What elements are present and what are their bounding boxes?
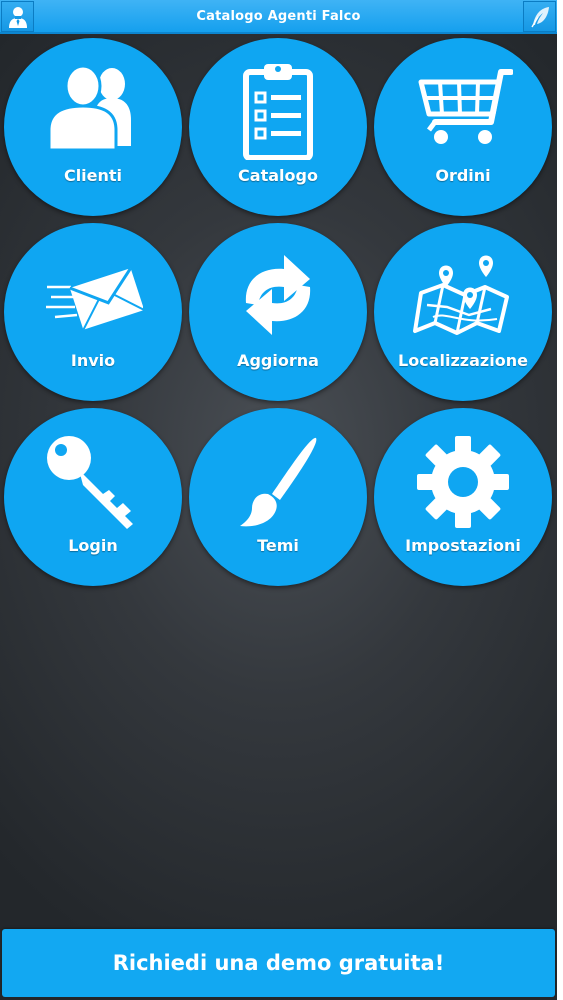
top-bar: Catalogo Agenti Falco <box>0 0 557 34</box>
map-icon <box>413 255 509 335</box>
key-icon <box>47 436 133 529</box>
tile-aggiorna[interactable]: Aggiorna <box>189 223 367 401</box>
users-icon <box>47 64 131 152</box>
gear-icon <box>417 436 509 528</box>
tile-login[interactable]: Login <box>4 408 182 586</box>
themes-button[interactable] <box>523 1 556 32</box>
brush-icon <box>240 437 317 527</box>
clipboard-list-icon <box>243 64 313 160</box>
user-icon <box>8 6 27 28</box>
app-screen: Catalogo Agenti Falco Clienti Catalogo O… <box>0 0 557 1000</box>
feather-icon <box>530 6 549 27</box>
cart-icon <box>418 69 513 144</box>
request-demo-button[interactable]: Richiedi una demo gratuita! <box>2 929 555 997</box>
refresh-icon <box>245 255 311 335</box>
envelope-send-icon <box>46 267 143 331</box>
tile-label: Temi <box>257 536 299 555</box>
tile-localizzazione[interactable]: Localizzazione <box>374 223 552 401</box>
user-button[interactable] <box>1 1 34 32</box>
tile-label: Clienti <box>63 166 123 185</box>
tile-label: Ordini <box>435 166 491 185</box>
tile-catalogo[interactable]: Catalogo <box>189 38 367 216</box>
tile-label: Aggiorna <box>237 351 319 370</box>
tile-impostazioni[interactable]: Impostazioni <box>374 408 552 586</box>
tile-ordini[interactable]: Ordini <box>374 38 552 216</box>
tile-label: Invio <box>70 351 116 370</box>
tile-label: Impostazioni <box>405 536 521 555</box>
tile-temi[interactable]: Temi <box>189 408 367 586</box>
tile-label: Catalogo <box>238 166 318 185</box>
tile-clienti[interactable]: Clienti <box>4 38 182 216</box>
tile-label: Login <box>68 536 118 555</box>
tile-invio[interactable]: Invio <box>4 223 182 401</box>
tile-label: Localizzazione <box>398 351 528 370</box>
app-title: Catalogo Agenti Falco <box>196 9 361 24</box>
